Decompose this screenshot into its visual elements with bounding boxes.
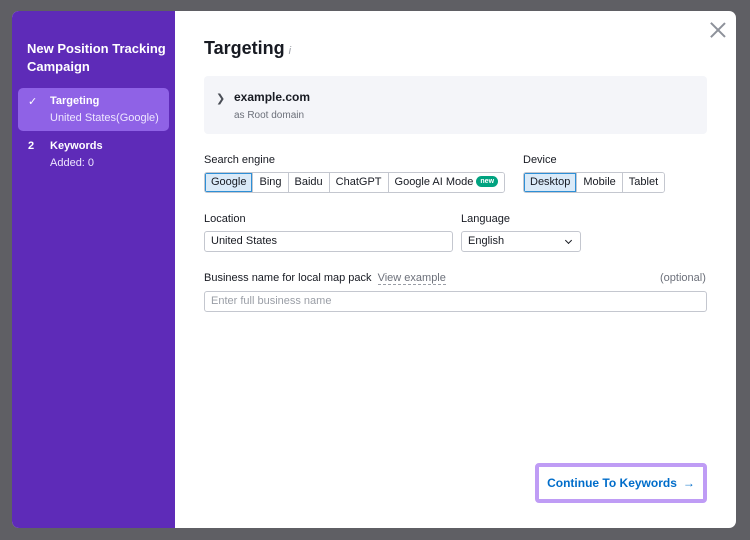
location-input[interactable]: United States [204,231,453,252]
sidebar-title: New Position Tracking Campaign [27,41,166,74]
search-engine-label: Search engine [204,154,275,166]
domain-name: example.com [234,90,311,104]
continue-to-keywords-button[interactable]: Continue To Keywords → [539,467,703,499]
business-name-label: Business name for local map pack View ex… [204,272,446,285]
location-label: Location [204,213,246,225]
engine-option-bing[interactable]: Bing [253,173,289,192]
step-subtitle: Added: 0 [50,157,95,169]
domain-type: as Root domain [234,110,305,121]
search-engine-selector: Google Bing Baidu ChatGPT Google AI Mode… [204,172,506,193]
step-number: 2 [28,140,35,152]
close-icon[interactable] [710,22,726,38]
engine-option-baidu[interactable]: Baidu [288,173,330,192]
step-subtitle: United States(Google) [50,112,159,124]
device-selector: Desktop Mobile Tablet [523,172,666,193]
step-name: Targeting [50,95,100,107]
view-example-link[interactable]: View example [377,272,446,285]
continue-button-label: Continue To Keywords [547,476,677,490]
optional-label: (optional) [660,272,706,284]
chevron-down-icon [564,236,573,245]
language-label: Language [461,213,510,225]
chevron-right-icon[interactable]: ❯ [216,92,225,105]
page-title: Targeting i [204,38,291,59]
engine-option-chatgpt[interactable]: ChatGPT [329,173,389,192]
engine-option-google-ai-mode[interactable]: Google AI Mode new [388,173,505,192]
device-option-mobile[interactable]: Mobile [577,173,623,192]
business-name-input[interactable]: Enter full business name [204,291,707,312]
arrow-right-icon: → [682,476,695,490]
step-name: Keywords [50,140,103,152]
wizard-sidebar: New Position Tracking Campaign ✓ Targeti… [12,11,175,528]
domain-card[interactable]: ❯ example.com as Root domain [204,76,707,134]
language-select[interactable]: English [461,231,581,252]
new-badge: new [476,176,499,187]
device-label: Device [523,154,557,166]
device-option-tablet[interactable]: Tablet [622,173,665,192]
step-keywords[interactable]: 2 Keywords Added: 0 [18,133,169,173]
business-name-placeholder: Enter full business name [211,295,332,307]
language-value: English [468,235,505,247]
page-title-text: Targeting [204,38,285,58]
device-option-desktop[interactable]: Desktop [524,173,578,192]
info-icon[interactable]: i [289,45,291,57]
engine-option-label: Google AI Mode [394,176,474,188]
modal-dialog: New Position Tracking Campaign ✓ Targeti… [12,11,736,528]
business-name-label-text: Business name for local map pack [204,272,372,284]
engine-option-google[interactable]: Google [205,173,254,192]
check-icon: ✓ [28,96,38,108]
step-targeting[interactable]: ✓ Targeting United States(Google) [18,88,169,131]
